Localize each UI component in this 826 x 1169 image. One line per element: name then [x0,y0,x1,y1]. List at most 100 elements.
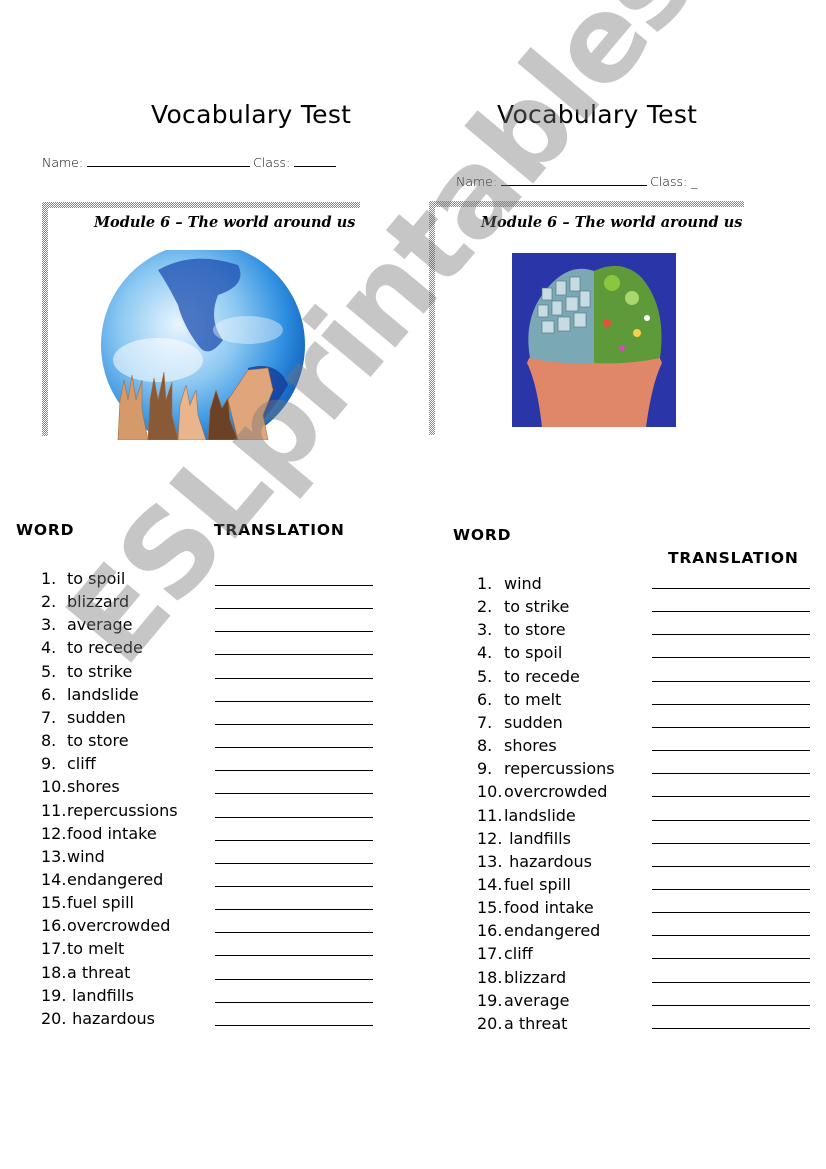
word-list-item: 4. to recede [41,638,143,661]
left-class-field[interactable] [294,155,337,167]
word-list-item: 12.food intake [41,824,157,847]
item-word: repercussions [67,800,178,820]
right-name-label: Name: [456,174,498,189]
left-name-field[interactable] [87,155,251,167]
word-list-item: 14.fuel spill [477,875,571,898]
translation-blank-field[interactable] [215,770,373,772]
translation-blank-field[interactable] [215,816,373,818]
right-module-caption: Module 6 – The world around us [481,214,743,231]
head-shape [527,351,662,427]
translation-blank-field[interactable] [215,654,373,656]
translation-blank-field[interactable] [652,981,810,983]
left-module-caption: Module 6 – The world around us [94,214,356,231]
translation-blank-field[interactable] [215,1001,373,1003]
item-word: fuel spill [504,874,571,894]
translation-blank-field[interactable] [215,585,373,586]
translation-blank-field[interactable] [215,631,373,633]
word-list-item: 20.a threat [477,1014,567,1037]
word-list-item: 13.wind [41,847,105,870]
translation-blank-field[interactable] [215,700,373,702]
translation-blank-field[interactable] [652,912,810,914]
word-list-item: 15.food intake [477,898,594,921]
right-class-label: Class: _ [650,174,698,189]
word-list-item: 16.overcrowded [41,916,170,939]
translation-blank-field[interactable] [652,703,810,705]
translation-blank-field[interactable] [652,796,810,798]
item-word: to spoil [67,569,126,588]
translation-blank-field[interactable] [215,793,373,795]
item-word: wind [504,574,542,593]
word-list-item: 11.landslide [477,806,576,829]
translation-blank-field[interactable] [652,750,810,752]
translation-blank-field[interactable] [652,773,810,775]
item-number: 4. [41,638,57,658]
translation-blank-field[interactable] [215,932,373,934]
item-word: to strike [504,597,570,617]
translation-blank-field[interactable] [652,958,810,960]
item-word: to recede [67,638,143,658]
item-word: shores [67,777,120,797]
translation-blank-field[interactable] [215,1024,373,1026]
item-number: 3. [477,620,493,640]
translation-blank-field[interactable] [652,680,810,682]
translation-blank-field[interactable] [215,839,373,841]
translation-blank-field[interactable] [215,978,373,980]
translation-blank-field[interactable] [652,865,810,867]
translation-blank-field[interactable] [215,955,373,957]
right-name-field[interactable] [501,174,648,186]
translation-blank-field[interactable] [652,588,810,589]
item-number: 8. [41,731,57,751]
item-word: to melt [504,689,562,709]
translation-blank-field[interactable] [215,885,373,887]
item-number: 19. [41,985,67,1005]
word-list-item: 10.overcrowded [477,782,607,805]
word-list-item: 1. to spoil [41,569,125,592]
word-list-item: 18.a threat [41,963,130,986]
item-number: 7. [477,712,493,732]
word-list-item: 3. to store [477,620,566,643]
item-word: to recede [504,666,580,686]
item-number: 15. [41,893,67,913]
item-number: 2. [477,597,493,617]
translation-blank-field[interactable] [652,657,810,659]
item-word: average [504,990,570,1010]
item-word: a threat [67,962,131,982]
item-number: 20. [41,1008,67,1028]
word-list-item: 7. sudden [41,708,126,731]
translation-blank-field[interactable] [652,611,810,613]
right-word-header: WORD [453,526,512,544]
word-list-item: 18.blizzard [477,968,566,991]
item-word: landfills [504,828,571,848]
item-word: hazardous [67,1008,155,1028]
item-word: overcrowded [67,916,171,936]
word-list-item: 19. landfills [41,986,134,1009]
translation-blank-field[interactable] [652,888,810,890]
item-number: 7. [41,707,57,727]
item-word: to spoil [504,643,563,663]
word-list-item: 16.endangered [477,921,600,944]
translation-blank-field[interactable] [652,842,810,844]
translation-blank-field[interactable] [215,909,373,911]
translation-blank-field[interactable] [652,634,810,636]
word-list-item: 2. to strike [477,597,569,620]
item-number: 11. [477,805,503,825]
translation-blank-field[interactable] [652,726,810,728]
translation-blank-field[interactable] [215,747,373,749]
left-name-label: Name: [42,155,84,170]
translation-blank-field[interactable] [215,677,373,679]
translation-blank-field[interactable] [652,1027,810,1029]
translation-blank-field[interactable] [652,1004,810,1006]
translation-blank-field[interactable] [215,608,373,610]
translation-blank-field[interactable] [215,862,373,864]
word-list-item: 7. sudden [477,713,563,736]
translation-blank-field[interactable] [652,819,810,821]
translation-blank-field[interactable] [652,935,810,937]
item-word: shores [504,736,557,756]
word-list-item: 5. to strike [41,662,132,685]
translation-blank-field[interactable] [215,723,373,725]
frame-border-left [429,201,435,435]
left-name-class-row: Name: Class: [42,155,339,170]
item-word: landslide [504,805,576,825]
word-list-item: 3. average [41,615,133,638]
item-number: 3. [41,615,57,635]
